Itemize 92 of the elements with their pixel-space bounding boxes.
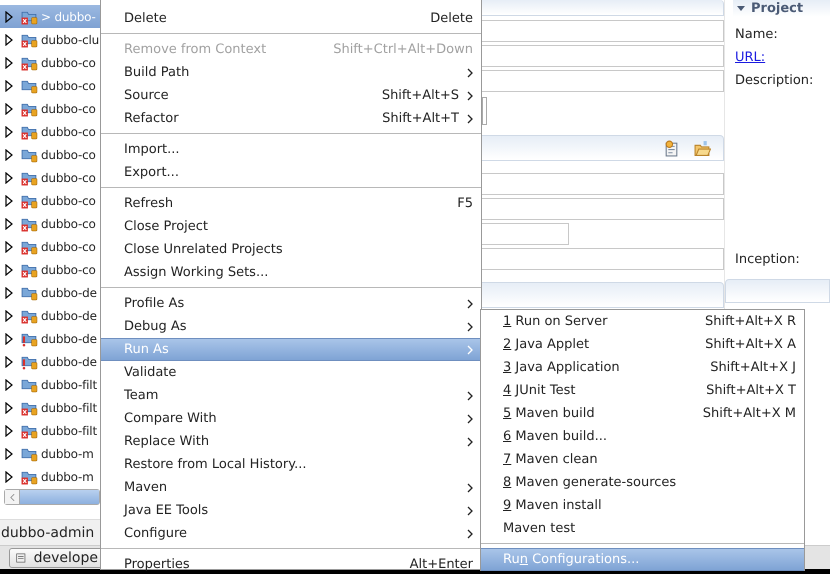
tree-item[interactable]: dubbo-co [0,97,100,120]
field-label: Description: [734,72,814,90]
folder-icon[interactable] [694,140,711,156]
menu-item[interactable]: Java EE Tools [101,499,481,522]
menu-item[interactable]: Import... [101,138,481,161]
expand-arrow-icon[interactable] [5,264,13,276]
input-field[interactable] [482,45,724,67]
input-field[interactable] [482,70,724,92]
input-field[interactable] [482,173,724,195]
document-icon[interactable] [663,140,680,156]
menu-item[interactable]: Close Project [101,215,481,238]
menu-item[interactable]: Refactor Shift+Alt+T [101,107,481,130]
expand-arrow-icon[interactable] [5,356,13,368]
menu-item[interactable]: Replace With [101,430,481,453]
tree-item[interactable]: dubbo-m [0,465,100,488]
menu-item[interactable]: Compare With [101,407,481,430]
window-icon [16,550,26,564]
expand-arrow-icon[interactable] [5,126,13,138]
tree-item[interactable]: dubbo-co [0,258,100,281]
expand-arrow-icon[interactable] [5,424,13,436]
menu-item[interactable]: Source Shift+Alt+S [101,84,481,107]
tree-item[interactable]: dubbo-de [0,350,100,373]
menu-item[interactable]: 1 Run on Server Shift+Alt+X R [481,310,804,333]
expand-arrow-icon[interactable] [5,172,13,184]
menu-item[interactable]: 8 Maven generate-sources [481,471,804,494]
expand-arrow-icon[interactable] [5,148,13,160]
tree-item[interactable]: dubbo-co [0,212,100,235]
menu-item[interactable]: Restore from Local History... [101,453,481,476]
tree-item[interactable]: dubbo-filt [0,396,100,419]
menu-item[interactable]: Profile As [101,292,481,315]
tree-item[interactable]: dubbo-de [0,327,100,350]
collapse-arrow-icon[interactable] [737,6,745,12]
expand-arrow-icon[interactable] [5,194,13,206]
tree-item[interactable]: dubbo-de [0,304,100,327]
menu-item[interactable]: 7 Maven clean [481,448,804,471]
tree-item[interactable]: dubbo-co [0,120,100,143]
tree-item[interactable]: dubbo-co [0,51,100,74]
menu-item[interactable]: Validate [101,361,481,384]
arrow-left-icon [10,494,14,501]
tree-item[interactable]: dubbo-co [0,143,100,166]
tree-item[interactable]: dubbo-co [0,235,100,258]
menu-item[interactable]: 4 JUnit Test Shift+Alt+X T [481,379,804,402]
expand-arrow-icon[interactable] [5,80,13,92]
input-field[interactable] [482,248,724,270]
menu-item[interactable]: Assign Working Sets... [101,261,481,284]
section-title: Project [751,1,804,16]
expand-arrow-icon[interactable] [5,286,13,298]
tree-item[interactable]: dubbo-co [0,166,100,189]
expand-arrow-icon[interactable] [5,448,13,460]
expand-arrow-icon[interactable] [5,218,13,230]
field-label: Inception: [734,251,800,269]
tree-item[interactable]: dubbo-de [0,281,100,304]
input-field[interactable] [482,198,724,220]
scroll-left-button[interactable] [5,490,20,504]
menu-item[interactable]: 6 Maven build... [481,425,804,448]
scroll-thumb[interactable] [20,490,99,504]
project-name: dubbo-admin [0,519,100,545]
tree-item[interactable]: dubbo-filt [0,419,100,442]
menu-item[interactable]: 5 Maven build Shift+Alt+X M [481,402,804,425]
expand-arrow-icon[interactable] [5,10,13,22]
menu-item[interactable]: Close Unrelated Projects [101,238,481,261]
expand-arrow-icon[interactable] [5,34,13,46]
menu-item[interactable]: 2 Java Applet Shift+Alt+X A [481,333,804,356]
expand-arrow-icon[interactable] [5,470,13,482]
tree-item[interactable]: dubbo-co [0,189,100,212]
horizontal-scrollbar[interactable] [4,489,100,506]
menu-item[interactable]: 9 Maven install [481,494,804,517]
menu-item[interactable]: Build Path [101,61,481,84]
menu-item[interactable]: Export... [101,161,481,184]
menu-item[interactable]: Maven test [481,517,804,540]
url-link[interactable]: URL: [733,46,766,69]
expand-arrow-icon[interactable] [5,402,13,414]
tree-item[interactable]: dubbo-filt [0,373,100,396]
input-field[interactable] [482,20,724,42]
expand-arrow-icon[interactable] [5,240,13,252]
menu-item[interactable]: Refresh F5 [101,192,481,215]
field-label: Name: [734,26,778,44]
expand-arrow-icon[interactable] [5,310,13,322]
expand-arrow-icon[interactable] [5,332,13,344]
tree-item[interactable]: dubbo-m [0,442,100,465]
tree-item[interactable]: dubbo-clu [0,28,100,51]
menu-item[interactable]: Debug As [101,315,481,338]
menu-item[interactable]: Maven [101,476,481,499]
tree-item[interactable]: dubbo-co [0,74,100,97]
expand-arrow-icon[interactable] [5,56,13,68]
menu-item[interactable]: Delete Delete [101,7,481,30]
menu-item[interactable]: Team [101,384,481,407]
expand-arrow-icon[interactable] [5,378,13,390]
menu-item[interactable]: Configure [101,522,481,545]
expand-arrow-icon[interactable] [5,102,13,114]
section-header[interactable]: Project [733,0,830,17]
menu-item[interactable]: 3 Java Application Shift+Alt+X J [481,356,804,379]
